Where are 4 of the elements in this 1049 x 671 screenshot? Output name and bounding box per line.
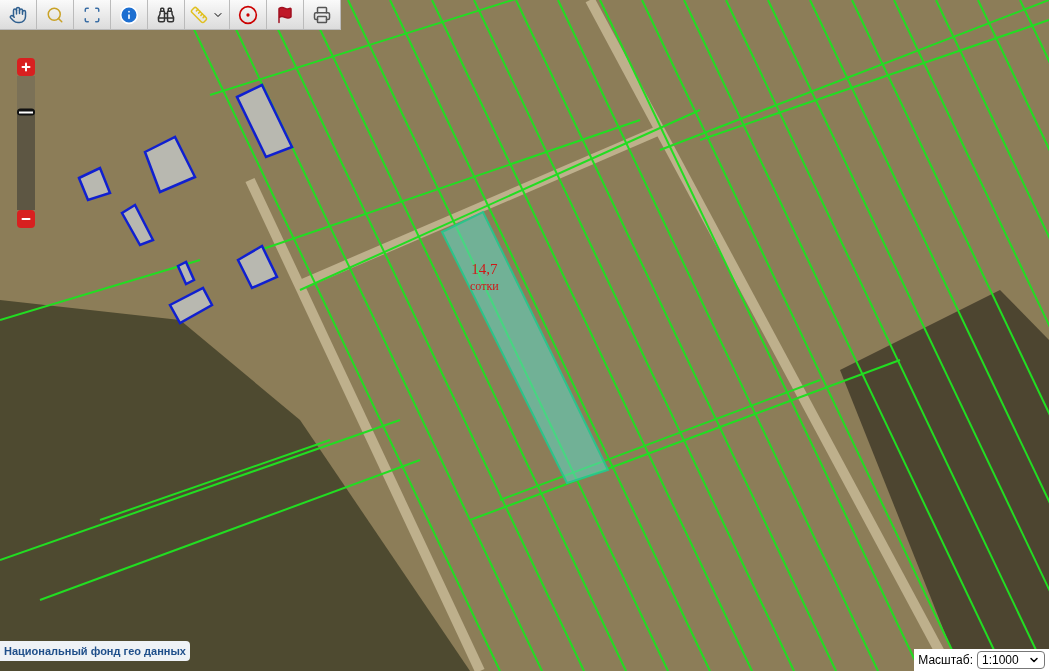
scale-select[interactable]: 1:1000 bbox=[977, 651, 1045, 669]
parcel-area-label: 14,7 сотки bbox=[470, 260, 499, 294]
scale-label: Масштаб: bbox=[918, 652, 973, 669]
attribution-link[interactable]: Национальный фонд гео данных bbox=[0, 640, 190, 661]
